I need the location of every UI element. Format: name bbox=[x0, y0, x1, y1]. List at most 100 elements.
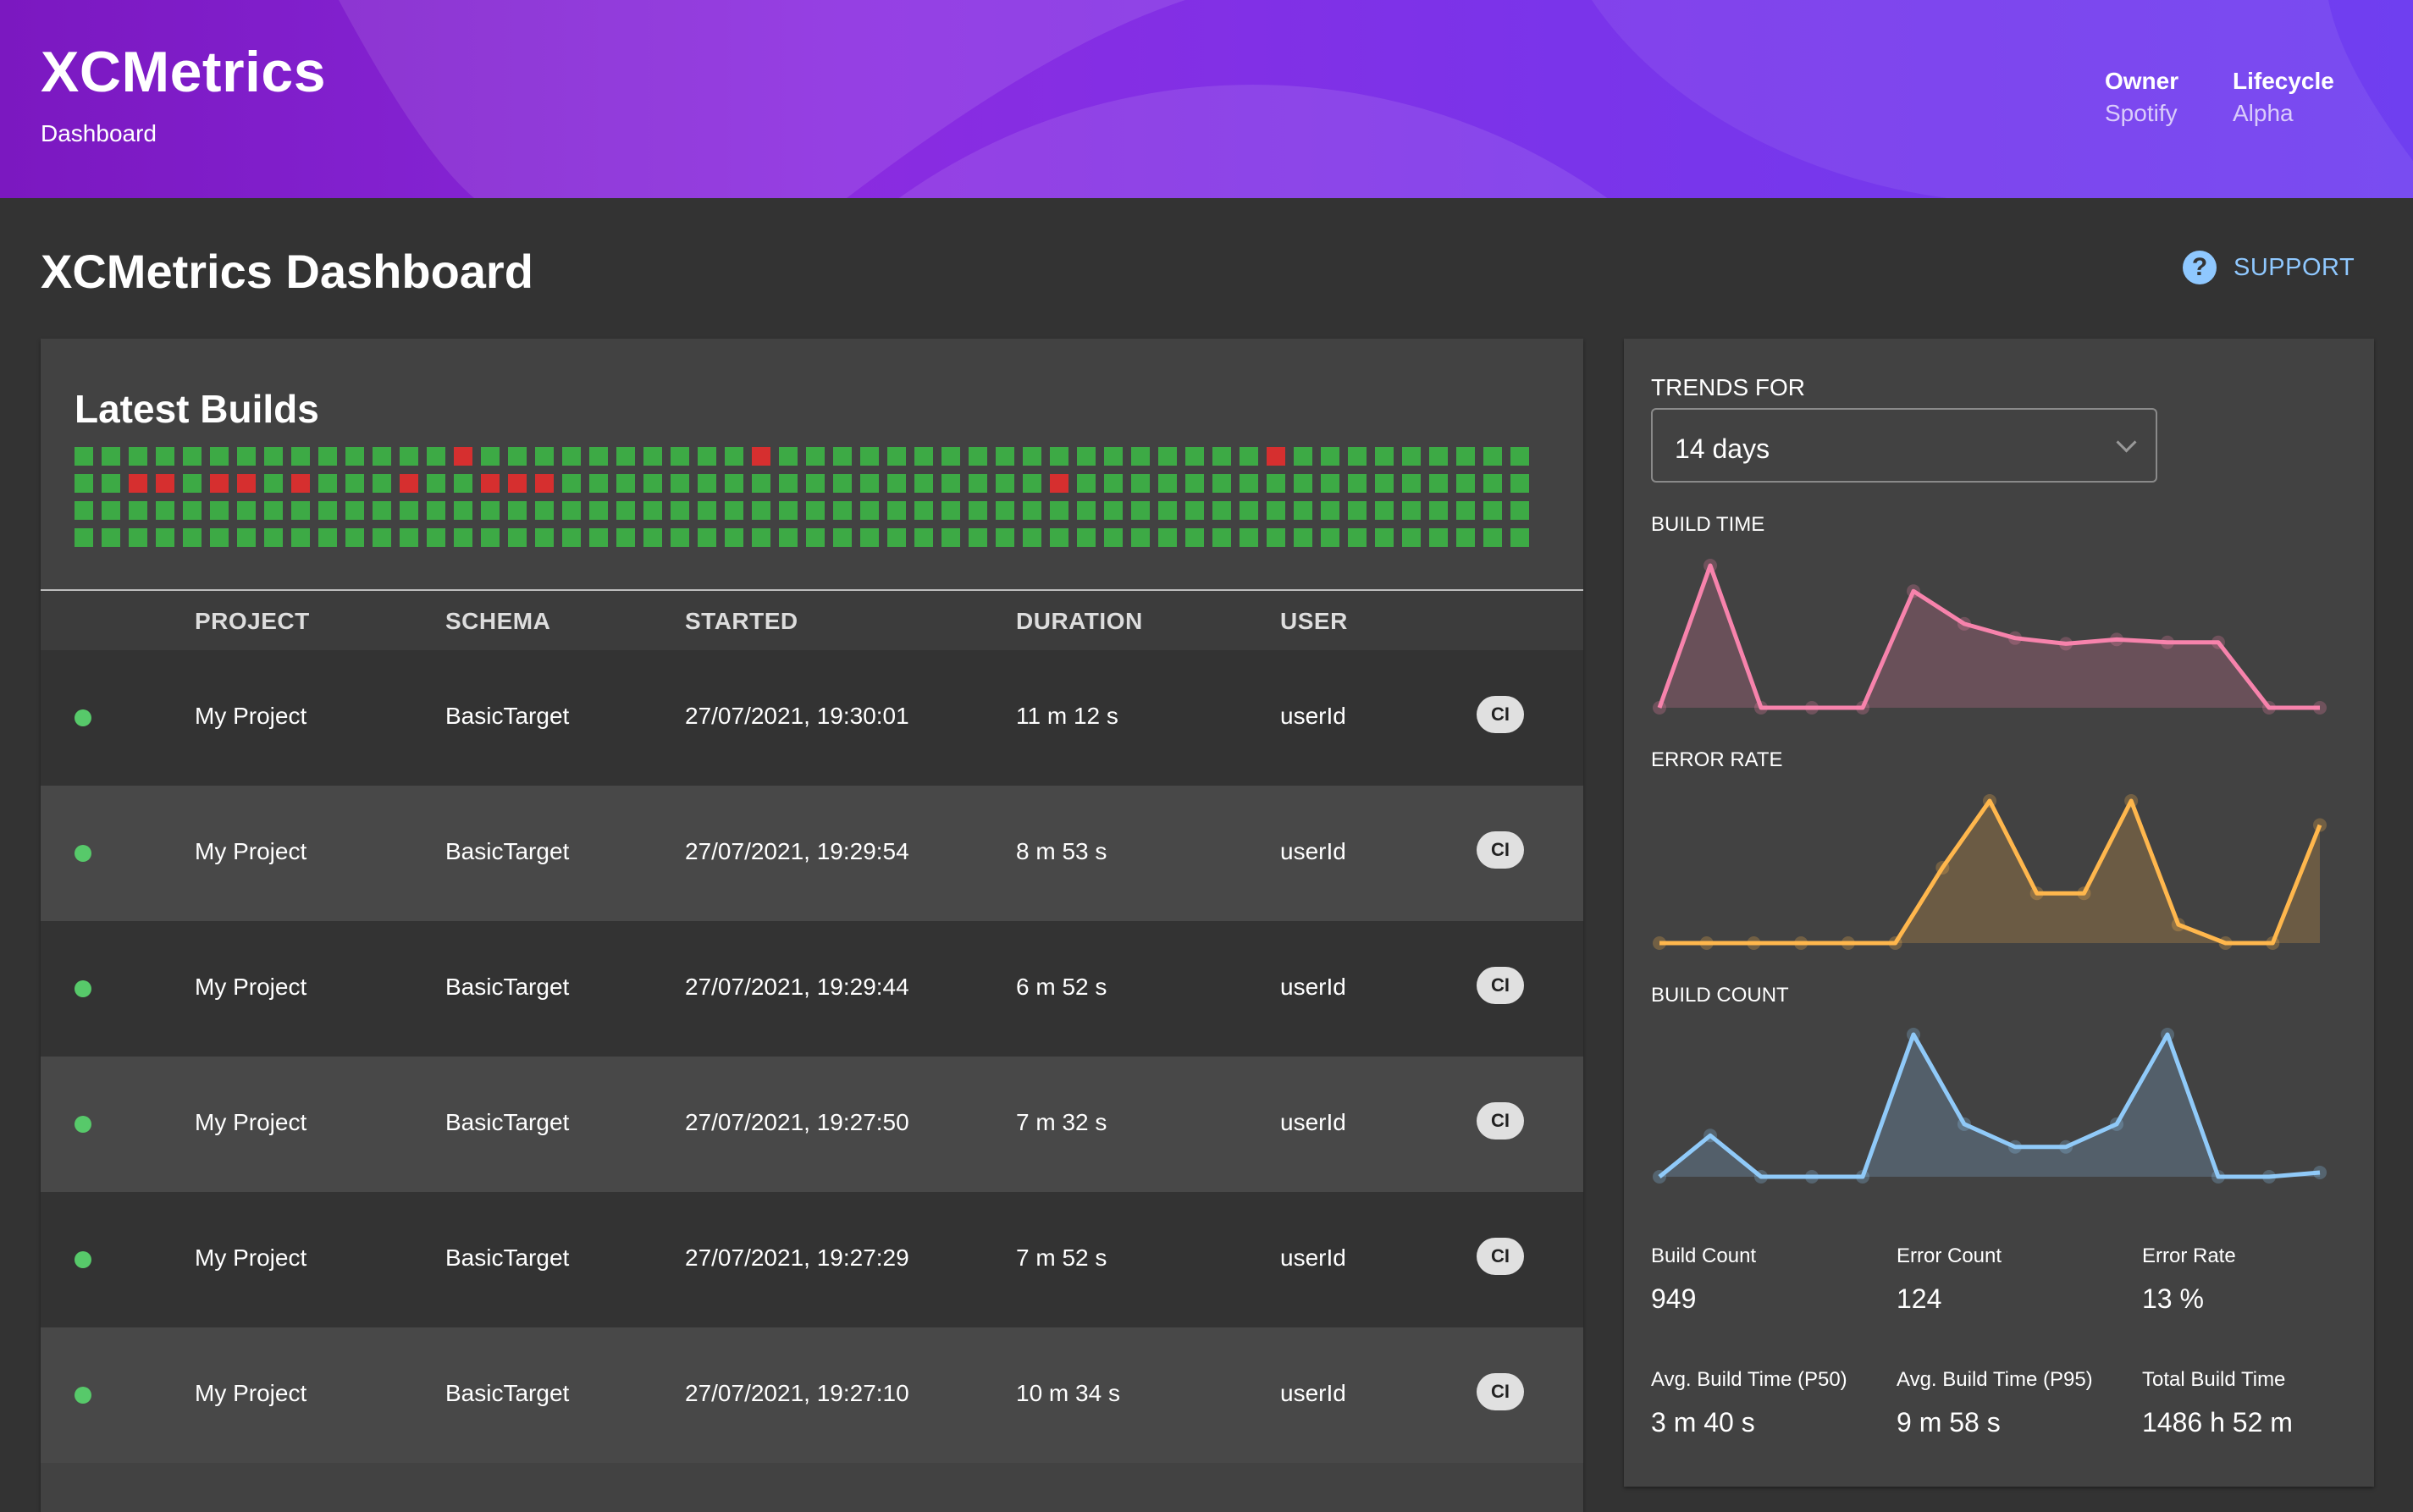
heatmap-cell-success[interactable] bbox=[589, 447, 608, 466]
heatmap-cell-success[interactable] bbox=[373, 528, 391, 547]
heatmap-cell-success[interactable] bbox=[589, 528, 608, 547]
heatmap-cell-success[interactable] bbox=[427, 447, 445, 466]
chart-point[interactable] bbox=[2218, 936, 2233, 950]
heatmap-cell-success[interactable] bbox=[1023, 447, 1041, 466]
heatmap-cell-success[interactable] bbox=[1294, 474, 1312, 493]
heatmap-cell-success[interactable] bbox=[1348, 474, 1367, 493]
column-header-project[interactable]: PROJECT bbox=[195, 608, 310, 635]
heatmap-cell-success[interactable] bbox=[806, 528, 825, 547]
heatmap-cell-success[interactable] bbox=[698, 501, 716, 520]
heatmap-cell-success[interactable] bbox=[941, 474, 960, 493]
heatmap-cell-success[interactable] bbox=[1402, 447, 1421, 466]
heatmap-cell-success[interactable] bbox=[1321, 528, 1339, 547]
chart-point[interactable] bbox=[2211, 1170, 2225, 1184]
heatmap-cell-success[interactable] bbox=[129, 447, 147, 466]
chart-point[interactable] bbox=[2124, 794, 2139, 808]
table-row[interactable]: My Project BasicTarget 27/07/2021, 19:29:5… bbox=[41, 786, 1583, 921]
heatmap-cell-success[interactable] bbox=[156, 501, 174, 520]
heatmap-cell-success[interactable] bbox=[1077, 474, 1096, 493]
chart-point[interactable] bbox=[2313, 818, 2327, 832]
table-row[interactable]: My Project BasicTarget 27/07/2021, 19:27:2… bbox=[41, 1192, 1583, 1327]
heatmap-cell-success[interactable] bbox=[102, 447, 120, 466]
heatmap-cell-error[interactable] bbox=[508, 474, 527, 493]
heatmap-cell-success[interactable] bbox=[1240, 474, 1258, 493]
heatmap-cell-success[interactable] bbox=[725, 528, 743, 547]
heatmap-cell-success[interactable] bbox=[887, 447, 906, 466]
chart-point[interactable] bbox=[2008, 631, 2022, 645]
heatmap-cell-success[interactable] bbox=[1429, 447, 1448, 466]
heatmap-cell-success[interactable] bbox=[156, 528, 174, 547]
chart-point[interactable] bbox=[1957, 1117, 1971, 1131]
chart-point[interactable] bbox=[2077, 886, 2091, 901]
heatmap-cell-success[interactable] bbox=[914, 528, 933, 547]
heatmap-cell-success[interactable] bbox=[237, 447, 256, 466]
heatmap-cell-success[interactable] bbox=[535, 528, 554, 547]
chart-point[interactable] bbox=[1983, 794, 1996, 808]
heatmap-cell-success[interactable] bbox=[1375, 474, 1394, 493]
heatmap-cell-success[interactable] bbox=[102, 528, 120, 547]
heatmap-cell-error[interactable] bbox=[454, 447, 472, 466]
heatmap-cell-success[interactable] bbox=[779, 447, 798, 466]
heatmap-cell-success[interactable] bbox=[75, 528, 93, 547]
heatmap-cell-error[interactable] bbox=[156, 474, 174, 493]
column-header-user[interactable]: USER bbox=[1280, 608, 1348, 635]
heatmap-cell-success[interactable] bbox=[969, 528, 987, 547]
heatmap-cell-success[interactable] bbox=[210, 528, 229, 547]
heatmap-cell-success[interactable] bbox=[1212, 528, 1231, 547]
heatmap-cell-success[interactable] bbox=[508, 501, 527, 520]
heatmap-cell-success[interactable] bbox=[400, 528, 418, 547]
heatmap-cell-success[interactable] bbox=[264, 474, 283, 493]
heatmap-cell-success[interactable] bbox=[833, 501, 852, 520]
heatmap-cell-success[interactable] bbox=[210, 501, 229, 520]
heatmap-cell-success[interactable] bbox=[400, 447, 418, 466]
heatmap-cell-success[interactable] bbox=[1483, 501, 1502, 520]
heatmap-cell-success[interactable] bbox=[102, 501, 120, 520]
support-button[interactable]: ? SUPPORT bbox=[2183, 251, 2355, 284]
heatmap-cell-success[interactable] bbox=[318, 501, 337, 520]
heatmap-cell-success[interactable] bbox=[1510, 474, 1529, 493]
heatmap-cell-success[interactable] bbox=[1131, 501, 1150, 520]
chart-point[interactable] bbox=[2262, 1170, 2276, 1184]
heatmap-cell-error[interactable] bbox=[237, 474, 256, 493]
heatmap-cell-success[interactable] bbox=[1050, 447, 1068, 466]
heatmap-cell-success[interactable] bbox=[183, 501, 202, 520]
heatmap-cell-success[interactable] bbox=[833, 528, 852, 547]
heatmap-cell-success[interactable] bbox=[941, 528, 960, 547]
heatmap-cell-success[interactable] bbox=[779, 474, 798, 493]
heatmap-cell-success[interactable] bbox=[1185, 528, 1204, 547]
chart-point[interactable] bbox=[1653, 936, 1666, 950]
heatmap-cell-success[interactable] bbox=[1240, 501, 1258, 520]
table-row[interactable]: My Project BasicTarget 27/07/2021, 19:27:1… bbox=[41, 1327, 1583, 1463]
heatmap-cell-success[interactable] bbox=[752, 528, 770, 547]
chart-point[interactable] bbox=[1907, 584, 1920, 599]
chart-point[interactable] bbox=[2313, 701, 2327, 715]
heatmap-cell-success[interactable] bbox=[129, 528, 147, 547]
heatmap-cell-success[interactable] bbox=[887, 528, 906, 547]
heatmap-cell-success[interactable] bbox=[1375, 447, 1394, 466]
chart-point[interactable] bbox=[1957, 616, 1971, 631]
heatmap-cell-success[interactable] bbox=[1375, 501, 1394, 520]
heatmap-cell-success[interactable] bbox=[1321, 501, 1339, 520]
heatmap-cell-success[interactable] bbox=[1456, 447, 1475, 466]
heatmap-cell-success[interactable] bbox=[373, 501, 391, 520]
column-header-started[interactable]: STARTED bbox=[685, 608, 798, 635]
chart-point[interactable] bbox=[2161, 1028, 2174, 1041]
chart-point[interactable] bbox=[1805, 1170, 1819, 1184]
heatmap-cell-success[interactable] bbox=[1158, 447, 1177, 466]
heatmap-cell-success[interactable] bbox=[318, 528, 337, 547]
heatmap-cell-success[interactable] bbox=[1294, 447, 1312, 466]
heatmap-cell-success[interactable] bbox=[671, 528, 689, 547]
heatmap-cell-success[interactable] bbox=[1104, 528, 1123, 547]
chart-point[interactable] bbox=[2211, 635, 2225, 649]
heatmap-cell-success[interactable] bbox=[345, 528, 364, 547]
heatmap-cell-success[interactable] bbox=[373, 474, 391, 493]
heatmap-cell-success[interactable] bbox=[969, 447, 987, 466]
heatmap-cell-success[interactable] bbox=[454, 474, 472, 493]
heatmap-cell-success[interactable] bbox=[1321, 474, 1339, 493]
heatmap-cell-success[interactable] bbox=[237, 528, 256, 547]
heatmap-cell-success[interactable] bbox=[535, 501, 554, 520]
heatmap-cell-success[interactable] bbox=[562, 528, 581, 547]
heatmap-cell-success[interactable] bbox=[671, 501, 689, 520]
heatmap-cell-success[interactable] bbox=[102, 474, 120, 493]
heatmap-cell-success[interactable] bbox=[183, 474, 202, 493]
